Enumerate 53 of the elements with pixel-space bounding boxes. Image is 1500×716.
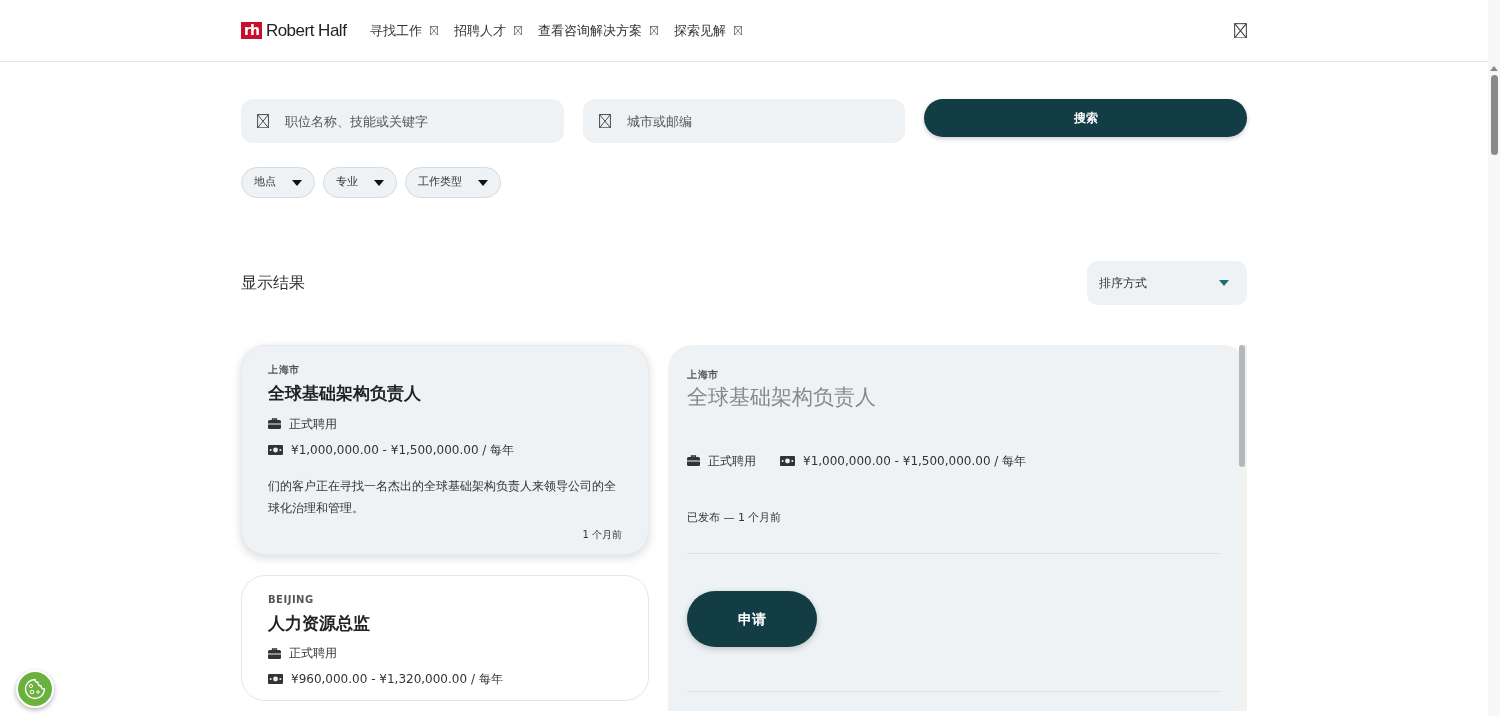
results-heading: 显示结果	[241, 272, 305, 294]
cookie-settings-button[interactable]	[16, 670, 54, 708]
banknote-icon	[268, 674, 283, 684]
keyword-field[interactable]: 职位名称、技能或关键字	[241, 99, 564, 143]
job-card[interactable]: BEIJING 人力资源总监 正式聘用 ¥960,000.00 - ¥1,320,000.00 / 每年	[241, 574, 649, 701]
location-field[interactable]: 城市或邮编	[582, 99, 906, 143]
job-type: 正式聘用	[289, 645, 337, 662]
job-card[interactable]: 上海市 全球基础架构负责人 正式聘用 ¥1,000,000.00 - ¥1,500,000.00 / 每年 们的客户正在寻找一名杰出的全球基础架构负责人来领导公司的全球化治理和管理。 1 个月前	[241, 345, 649, 555]
caret-icon	[1219, 280, 1229, 286]
briefcase-icon	[268, 418, 281, 429]
job-title: 全球基础架构负责人	[687, 384, 877, 411]
job-location: 上海市	[268, 363, 301, 377]
caret-icon	[374, 179, 384, 186]
nav-link[interactable]: 寻找工作	[370, 20, 439, 41]
filter-dropdown[interactable]: 工作类型	[405, 167, 501, 198]
banknote-icon	[780, 455, 795, 466]
cookie-icon	[24, 678, 46, 700]
job-salary: ¥960,000.00 - ¥1,320,000.00 / 每年	[291, 671, 503, 688]
job-type: 正式聘用	[708, 452, 756, 470]
menu-button[interactable]	[1234, 22, 1247, 39]
job-type: 正式聘用	[289, 415, 337, 433]
apply-button[interactable]: 申请	[687, 591, 817, 647]
panel-scrollbar-thumb[interactable]	[1239, 345, 1245, 467]
job-location: 上海市	[687, 368, 720, 382]
posted-date: 已发布 — 1 个月前	[687, 509, 783, 526]
filter-dropdown[interactable]: 地点	[241, 167, 315, 198]
job-description: 们的客户正在寻找一名杰出的全球基础架构负责人来领导公司的全球化治理和管理。	[268, 477, 617, 517]
page-scrollbar-thumb[interactable]	[1490, 75, 1498, 155]
sort-dropdown[interactable]: 排序方式	[1087, 261, 1247, 305]
banknote-icon	[268, 444, 283, 455]
job-title: 全球基础架构负责人	[268, 382, 422, 405]
posted-time: 1 个月前	[581, 527, 622, 542]
caret-icon	[478, 179, 488, 186]
job-salary: ¥1,000,000.00 - ¥1,500,000.00 / 每年	[291, 441, 515, 459]
missing-icon	[514, 25, 523, 36]
briefcase-icon	[268, 647, 281, 659]
nav-link[interactable]: 查看咨询解决方案	[538, 20, 659, 41]
filter-dropdown[interactable]: 专业	[323, 167, 397, 198]
job-location: BEIJING	[268, 592, 315, 607]
job-salary: ¥1,000,000.00 - ¥1,500,000.00 / 每年	[803, 452, 1027, 470]
logo-text: Robert Half	[265, 19, 347, 42]
nav-link[interactable]: 探索见解	[674, 20, 743, 41]
nav-link[interactable]: 招聘人才	[454, 20, 523, 41]
search-button[interactable]: 搜索	[924, 99, 1247, 137]
missing-icon	[1234, 22, 1247, 39]
missing-icon	[734, 25, 743, 36]
logo[interactable]: rh Robert Half	[241, 17, 347, 44]
briefcase-icon	[687, 455, 700, 466]
caret-icon	[292, 179, 302, 186]
logo-mark: rh	[241, 22, 262, 39]
missing-icon	[430, 25, 439, 36]
missing-icon	[650, 25, 659, 36]
job-title: 人力资源总监	[268, 611, 371, 635]
